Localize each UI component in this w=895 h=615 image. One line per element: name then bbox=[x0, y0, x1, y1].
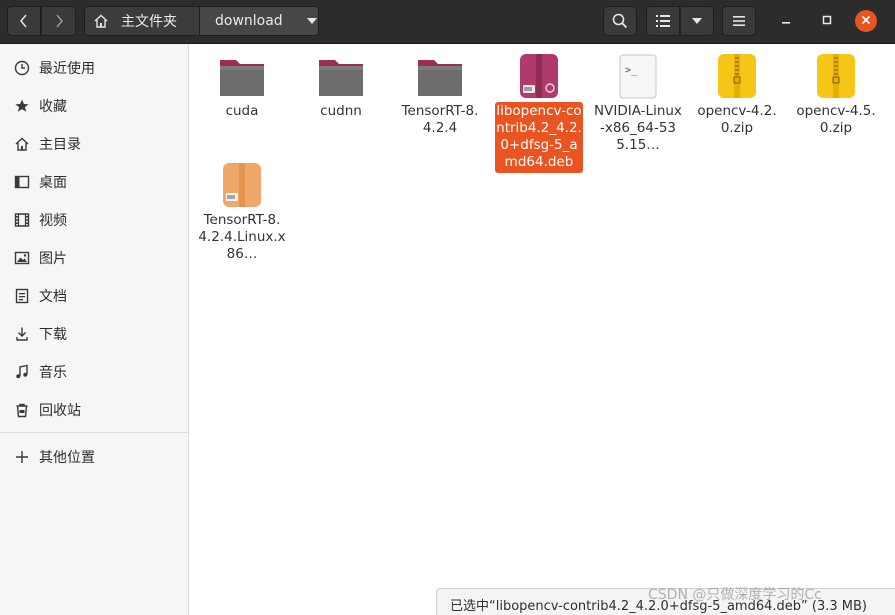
sidebar-item-other-locations[interactable]: 其他位置 bbox=[0, 439, 188, 475]
chevron-down-icon bbox=[306, 18, 317, 24]
sidebar-item-label: 图片 bbox=[39, 251, 67, 267]
chevron-left-icon bbox=[19, 13, 29, 29]
file-item-tensorrt-archive[interactable]: TensorRT-8.4.2.4.Linux.x86… bbox=[192, 155, 292, 265]
back-button[interactable] bbox=[7, 6, 41, 36]
maximize-button[interactable] bbox=[816, 10, 838, 32]
sidebar-item-desktop[interactable]: 桌面 bbox=[0, 164, 188, 200]
file-name: opencv-4.2.0.zip bbox=[697, 103, 777, 136]
search-icon bbox=[612, 13, 628, 29]
file-name: TensorRT-8.4.2.4 bbox=[401, 103, 479, 136]
chevron-right-icon bbox=[54, 13, 64, 29]
script-icon: >_ bbox=[614, 52, 662, 100]
file-grid: cuda cudnn TensorRT-8.4.2.4 libopencv-co… bbox=[189, 44, 895, 615]
package-archive-icon bbox=[218, 161, 266, 209]
sidebar-item-label: 其他位置 bbox=[39, 450, 95, 466]
home-icon bbox=[93, 13, 109, 29]
music-icon bbox=[13, 363, 31, 381]
sidebar-item-trash[interactable]: 回收站 bbox=[0, 392, 188, 428]
sidebar-item-pictures[interactable]: 图片 bbox=[0, 240, 188, 276]
deb-package-icon bbox=[515, 52, 563, 100]
minimize-button[interactable] bbox=[775, 10, 797, 32]
sidebar-item-label: 视频 bbox=[39, 213, 67, 229]
star-icon bbox=[13, 97, 31, 115]
minimize-icon bbox=[781, 13, 791, 29]
status-text: 已选中“libopencv-contrib4.2_4.2.0+dfsg-5_am… bbox=[450, 599, 867, 614]
file-name: opencv-4.5.0.zip bbox=[796, 103, 876, 136]
sidebar-item-videos[interactable]: 视频 bbox=[0, 202, 188, 238]
sidebar-item-starred[interactable]: 收藏 bbox=[0, 88, 188, 124]
video-icon bbox=[13, 211, 31, 229]
plus-icon bbox=[13, 448, 31, 466]
app-menu-button[interactable] bbox=[722, 6, 756, 36]
folder-icon bbox=[218, 52, 266, 100]
header-bar: 主文件夹 download bbox=[0, 0, 895, 44]
selection-status-bar: 已选中“libopencv-contrib4.2_4.2.0+dfsg-5_am… bbox=[436, 588, 895, 615]
sidebar-item-label: 主目录 bbox=[39, 137, 81, 153]
clock-icon bbox=[13, 59, 31, 77]
download-icon bbox=[13, 325, 31, 343]
sidebar: 最近使用 收藏 主目录 桌面 视频 图片 文档 下载 音乐 回收站 其他位置 bbox=[0, 44, 189, 615]
file-item-cudnn[interactable]: cudnn bbox=[291, 46, 391, 126]
desktop-icon bbox=[13, 173, 31, 191]
path-current-label: download bbox=[215, 13, 283, 29]
sidebar-item-label: 音乐 bbox=[39, 365, 67, 381]
file-name: libopencv-contrib4.2_4.2.0+dfsg-5_amd64.… bbox=[495, 102, 583, 173]
maximize-icon bbox=[822, 13, 832, 29]
sidebar-item-home[interactable]: 主目录 bbox=[0, 126, 188, 162]
view-options-button[interactable] bbox=[680, 6, 714, 36]
file-item-tensorrt-folder[interactable]: TensorRT-8.4.2.4 bbox=[390, 46, 490, 142]
close-button[interactable] bbox=[855, 10, 877, 32]
sidebar-item-label: 文档 bbox=[39, 289, 67, 305]
list-view-icon bbox=[656, 15, 670, 27]
sidebar-item-label: 桌面 bbox=[39, 175, 67, 191]
caret-down-icon bbox=[692, 18, 702, 24]
file-name: NVIDIA-Linux-x86_64-535.15… bbox=[594, 103, 682, 153]
close-icon bbox=[861, 13, 871, 29]
file-name: cuda bbox=[225, 103, 259, 119]
file-name: TensorRT-8.4.2.4.Linux.x86… bbox=[198, 212, 286, 262]
zip-archive-icon bbox=[713, 52, 761, 100]
sidebar-item-documents[interactable]: 文档 bbox=[0, 278, 188, 314]
sidebar-divider bbox=[0, 432, 188, 433]
hamburger-icon bbox=[733, 16, 745, 26]
path-home-button[interactable]: 主文件夹 bbox=[84, 6, 200, 36]
file-name: cudnn bbox=[320, 103, 362, 119]
forward-button[interactable] bbox=[41, 6, 76, 36]
home-icon bbox=[13, 135, 31, 153]
folder-icon bbox=[416, 52, 464, 100]
document-icon bbox=[13, 287, 31, 305]
sidebar-item-music[interactable]: 音乐 bbox=[0, 354, 188, 390]
sidebar-item-recent[interactable]: 最近使用 bbox=[0, 50, 188, 86]
trash-icon bbox=[13, 401, 31, 419]
view-list-button[interactable] bbox=[646, 6, 680, 36]
file-item-opencv-450-zip[interactable]: opencv-4.5.0.zip bbox=[786, 46, 886, 142]
svg-text:>_: >_ bbox=[625, 65, 638, 76]
sidebar-item-downloads[interactable]: 下载 bbox=[0, 316, 188, 352]
folder-icon bbox=[317, 52, 365, 100]
sidebar-item-label: 收藏 bbox=[39, 99, 67, 115]
path-current-button[interactable]: download bbox=[199, 6, 319, 36]
zip-archive-icon bbox=[812, 52, 860, 100]
sidebar-item-label: 下载 bbox=[39, 327, 67, 343]
file-item-opencv-420-zip[interactable]: opencv-4.2.0.zip bbox=[687, 46, 787, 142]
file-item-libopencv-deb[interactable]: libopencv-contrib4.2_4.2.0+dfsg-5_amd64.… bbox=[489, 46, 589, 186]
search-button[interactable] bbox=[603, 6, 637, 36]
sidebar-item-label: 回收站 bbox=[39, 403, 81, 419]
path-home-label: 主文件夹 bbox=[121, 14, 177, 30]
file-item-nvidia-driver[interactable]: >_ NVIDIA-Linux-x86_64-535.15… bbox=[588, 46, 688, 156]
picture-icon bbox=[13, 249, 31, 267]
sidebar-item-label: 最近使用 bbox=[39, 61, 95, 77]
file-item-cuda[interactable]: cuda bbox=[192, 46, 292, 126]
